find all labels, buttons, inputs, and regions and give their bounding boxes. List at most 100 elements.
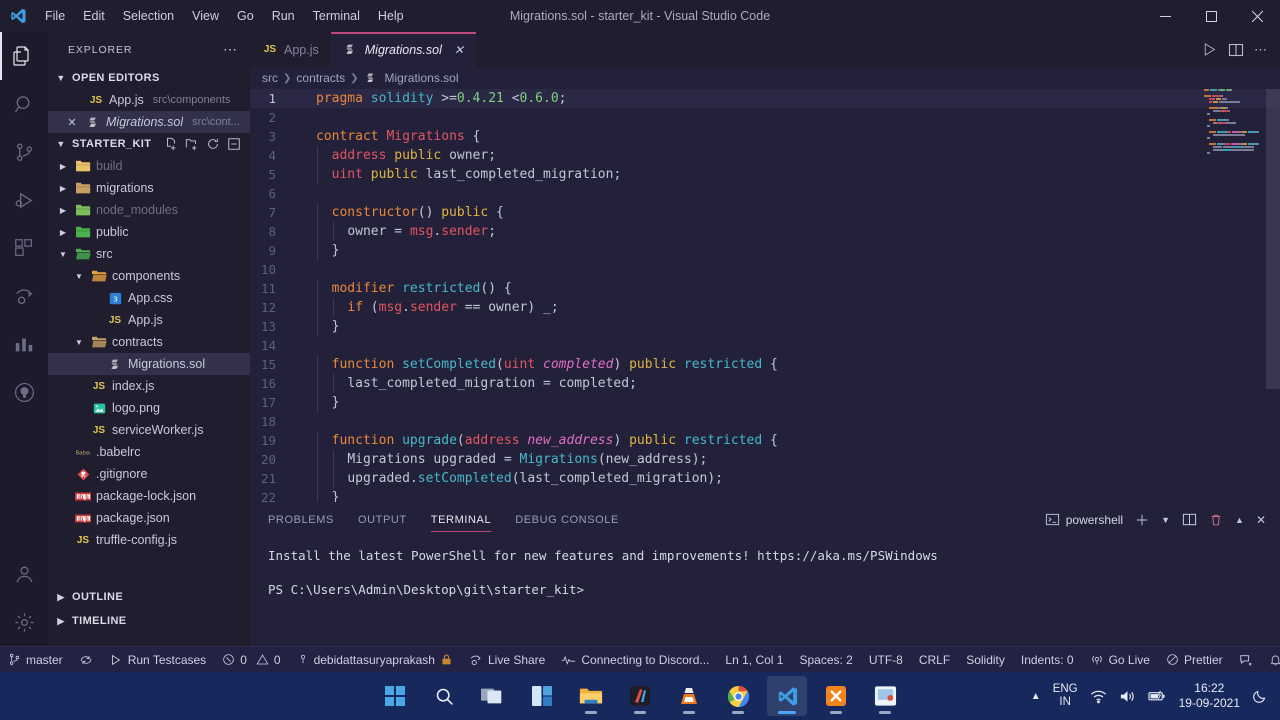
code-line[interactable]: 14: [250, 336, 1280, 355]
code-line[interactable]: 15 function setCompleted(uint completed)…: [250, 355, 1280, 374]
menu-file[interactable]: File: [36, 0, 74, 32]
breadcrumb-file[interactable]: Migrations.sol: [384, 71, 458, 85]
status-encoding[interactable]: UTF-8: [861, 647, 911, 673]
terminal-output[interactable]: Install the latest PowerShell for new fe…: [250, 537, 1280, 598]
tree-file-index-js[interactable]: JS index.js: [48, 375, 250, 397]
menu-terminal[interactable]: Terminal: [304, 0, 369, 32]
section-timeline[interactable]: ▶ TIMELINE: [48, 610, 250, 632]
code-line[interactable]: 7 constructor() public {: [250, 203, 1280, 222]
maximize-icon[interactable]: [1188, 0, 1234, 32]
widgets-icon[interactable]: [522, 676, 562, 716]
tree-folder-public[interactable]: ▶ public: [48, 221, 250, 243]
status-problems[interactable]: 0 0: [214, 647, 288, 673]
code-line[interactable]: 1 pragma solidity >=0.4.21 <0.6.0;: [250, 89, 1280, 108]
explorer-icon[interactable]: [0, 32, 48, 80]
tree-folder-migrations[interactable]: ▶ migrations: [48, 177, 250, 199]
menu-view[interactable]: View: [183, 0, 228, 32]
xampp-icon[interactable]: [816, 676, 856, 716]
code-line[interactable]: 11 modifier restricted() {: [250, 279, 1280, 298]
tree-file-migrations-sol[interactable]: Migrations.sol: [48, 353, 250, 375]
run-and-debug-icon[interactable]: [0, 176, 48, 224]
code-line[interactable]: 13 }: [250, 317, 1280, 336]
extensions-icon[interactable]: [0, 224, 48, 272]
split-editor-icon[interactable]: [1228, 42, 1244, 58]
terminal-selector[interactable]: powershell: [1045, 512, 1123, 527]
status-run-testcases[interactable]: Run Testcases: [101, 647, 215, 673]
code-line[interactable]: 5 uint public last_completed_migration;: [250, 165, 1280, 184]
minimize-icon[interactable]: [1142, 0, 1188, 32]
search-taskbar-icon[interactable]: [424, 676, 464, 716]
tree-file-babelrc[interactable]: Babel .babelrc: [48, 441, 250, 463]
status-go-live[interactable]: Go Live: [1082, 647, 1158, 673]
close-icon[interactable]: ✕: [64, 116, 80, 129]
screen-recorder-icon[interactable]: [865, 676, 905, 716]
code-line[interactable]: 16 last_completed_migration = completed;: [250, 374, 1280, 393]
tab-output[interactable]: OUTPUT: [358, 502, 407, 537]
tab-app-js[interactable]: JS App.js: [250, 32, 331, 67]
clock[interactable]: 16:22 19-09-2021: [1179, 681, 1240, 711]
tree-folder-components[interactable]: ▼ components: [48, 265, 250, 287]
status-eol[interactable]: CRLF: [911, 647, 958, 673]
code-line[interactable]: 18: [250, 412, 1280, 431]
chrome-icon[interactable]: [718, 676, 758, 716]
more-actions-icon[interactable]: ⋯: [1254, 42, 1268, 58]
tree-file-serviceworker-js[interactable]: JS serviceWorker.js: [48, 419, 250, 441]
file-explorer-icon[interactable]: [571, 676, 611, 716]
code-line[interactable]: 9 }: [250, 241, 1280, 260]
chevron-up-icon[interactable]: ▲: [1031, 691, 1041, 702]
github-icon[interactable]: [0, 368, 48, 416]
chevron-up-icon[interactable]: ▲: [1235, 515, 1244, 525]
wifi-icon[interactable]: [1090, 689, 1107, 704]
testing-icon[interactable]: [0, 320, 48, 368]
code-line[interactable]: 19 function upgrade(address new_address)…: [250, 431, 1280, 450]
tree-file-truffle-config-js[interactable]: JS truffle-config.js: [48, 529, 250, 551]
collapse-all-icon[interactable]: [227, 137, 241, 151]
code-line[interactable]: 2: [250, 108, 1280, 127]
menu-go[interactable]: Go: [228, 0, 263, 32]
tree-folder-build[interactable]: ▶ build: [48, 155, 250, 177]
accounts-icon[interactable]: [0, 550, 48, 598]
section-open-editors[interactable]: ▼ OPEN EDITORS: [48, 67, 250, 89]
tree-file-gitignore[interactable]: .gitignore: [48, 463, 250, 485]
live-share-icon[interactable]: [0, 272, 48, 320]
paint-icon[interactable]: [620, 676, 660, 716]
code-editor[interactable]: 1 pragma solidity >=0.4.21 <0.6.0; 2 3 contr…: [250, 89, 1280, 502]
menu-selection[interactable]: Selection: [114, 0, 183, 32]
code-line[interactable]: 10: [250, 260, 1280, 279]
open-editor-app-js[interactable]: JS App.js src\components: [48, 89, 250, 111]
code-line[interactable]: 22 }: [250, 488, 1280, 502]
code-line[interactable]: 8 owner = msg.sender;: [250, 222, 1280, 241]
tree-folder-src[interactable]: ▼ src: [48, 243, 250, 265]
search-icon[interactable]: [0, 80, 48, 128]
new-file-icon[interactable]: [164, 137, 178, 151]
status-live-share[interactable]: Live Share: [461, 647, 553, 673]
scrollbar-thumb[interactable]: [1266, 89, 1280, 389]
add-terminal-icon[interactable]: [1135, 513, 1149, 527]
trash-icon[interactable]: [1209, 513, 1223, 527]
new-folder-icon[interactable]: [185, 137, 199, 151]
vscode-taskbar-icon[interactable]: [767, 676, 807, 716]
code-line[interactable]: 21 upgraded.setCompleted(last_completed_…: [250, 469, 1280, 488]
breadcrumb-src[interactable]: src: [262, 71, 278, 85]
tab-debug-console[interactable]: DEBUG CONSOLE: [515, 502, 619, 537]
battery-icon[interactable]: [1147, 689, 1167, 703]
tree-folder-node-modules[interactable]: ▶ node_modules: [48, 199, 250, 221]
open-editor-migrations-sol[interactable]: ✕ Migrations.sol src\cont...: [48, 111, 250, 133]
volume-icon[interactable]: [1119, 689, 1136, 704]
status-account[interactable]: debidattasuryaprakash: [289, 647, 461, 673]
menu-help[interactable]: Help: [369, 0, 413, 32]
source-control-icon[interactable]: [0, 128, 48, 176]
close-icon[interactable]: ✕: [1256, 513, 1266, 527]
editor-scrollbar[interactable]: [1266, 89, 1280, 502]
minimap[interactable]: [1204, 89, 1266, 502]
section-outline[interactable]: ▶ OUTLINE: [48, 586, 250, 608]
tree-folder-contracts[interactable]: ▼ contracts: [48, 331, 250, 353]
tree-file-app-js[interactable]: JS App.js: [48, 309, 250, 331]
breadcrumb-contracts[interactable]: contracts: [296, 71, 345, 85]
menu-run[interactable]: Run: [263, 0, 304, 32]
code-line[interactable]: 20 Migrations upgraded = Migrations(new_…: [250, 450, 1280, 469]
tab-problems[interactable]: PROBLEMS: [268, 502, 334, 537]
settings-gear-icon[interactable]: [0, 598, 48, 646]
code-line[interactable]: 4 address public owner;: [250, 146, 1280, 165]
close-icon[interactable]: ✕: [454, 43, 464, 57]
